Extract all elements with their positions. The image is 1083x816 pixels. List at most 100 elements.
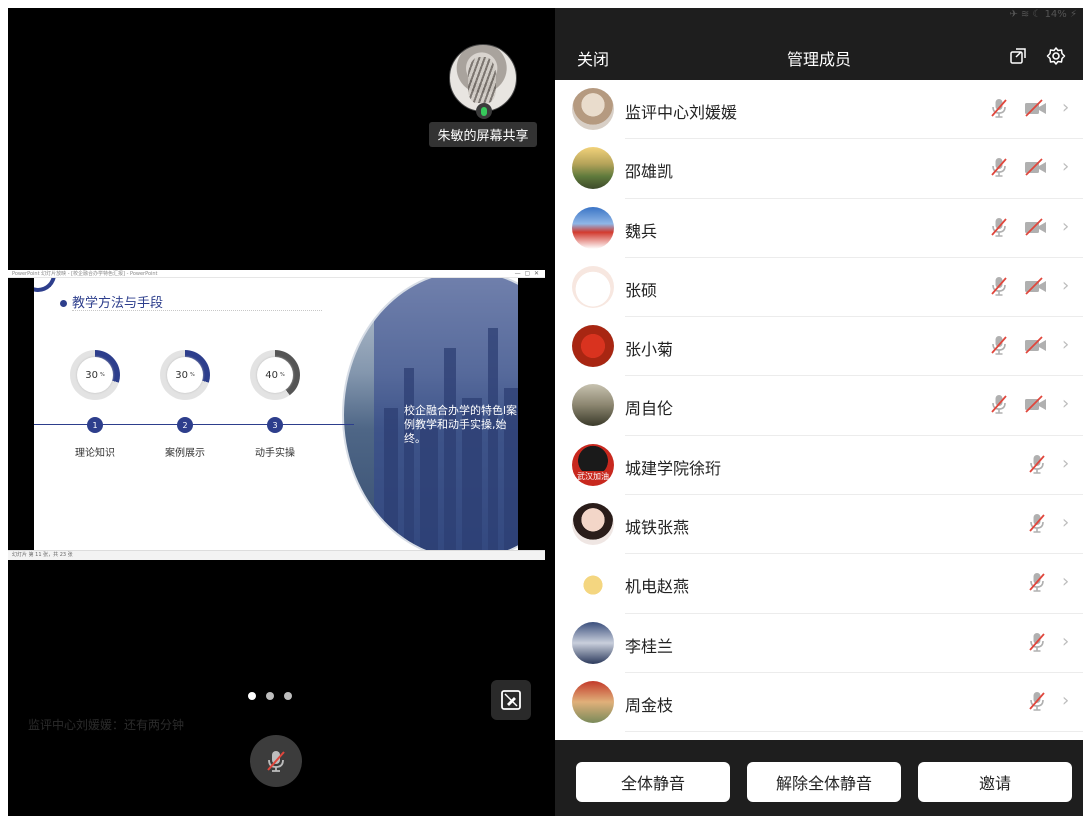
popout-icon[interactable] [1008, 46, 1028, 66]
step-label: 动手实操 [255, 448, 295, 459]
status-icons: ✈ ≋ ☾ 14% ⚡ [1009, 9, 1077, 20]
mic-off-icon[interactable] [1026, 631, 1048, 653]
chevron-right-icon[interactable]: › [1062, 393, 1069, 414]
member-row[interactable]: 周金枝 › [555, 673, 1083, 733]
avatar [572, 621, 614, 664]
page-dot[interactable] [266, 692, 274, 700]
member-name: 周自伦 [625, 399, 674, 419]
member-row[interactable]: 张硕 › [555, 258, 1083, 318]
member-row[interactable]: 监评中心刘媛媛 › [555, 80, 1083, 140]
member-name: 魏兵 [625, 221, 658, 241]
slide-side-text: 校企融合办学的特色l案例教学和动手实操,始终。 [404, 404, 518, 445]
avatar [572, 325, 614, 368]
panel-header: 关闭 管理成员 [555, 22, 1083, 80]
chevron-right-icon[interactable]: › [1062, 216, 1069, 237]
page-dot[interactable] [284, 692, 292, 700]
camera-off-icon[interactable] [1023, 394, 1049, 414]
camera-off-icon[interactable] [1023, 157, 1049, 177]
ppt-window-title-text: PowerPoint 幻灯片放映 - [校企融合办学特色汇报] - PowerP… [12, 271, 158, 277]
member-row[interactable]: 魏兵 › [555, 199, 1083, 258]
step-number: 3 [267, 417, 283, 433]
chevron-right-icon[interactable]: › [1062, 690, 1069, 711]
mic-off-icon[interactable] [1026, 512, 1048, 534]
mic-on-icon [476, 103, 492, 119]
member-row[interactable]: 邵雄凯 › [555, 139, 1083, 199]
mic-off-icon[interactable] [988, 97, 1010, 119]
member-row[interactable]: 机电赵燕 › [555, 554, 1083, 614]
page-dot[interactable] [248, 692, 256, 700]
donut-value: 30% [77, 357, 113, 393]
avatar: 武汉加油 [572, 443, 614, 486]
avatar [572, 503, 614, 546]
member-name: 张小菊 [625, 340, 674, 360]
member-row[interactable]: 周自伦 › [555, 376, 1083, 436]
mute-all-button[interactable]: 全体静音 [576, 762, 730, 802]
presenter-avatar [449, 44, 517, 119]
avatar [572, 384, 614, 427]
annotate-button[interactable] [491, 680, 531, 720]
chevron-right-icon[interactable]: › [1062, 512, 1069, 533]
chevron-right-icon[interactable]: › [1062, 156, 1069, 177]
mic-off-icon[interactable] [988, 393, 1010, 415]
member-panel: ✈ ≋ ☾ 14% ⚡ 关闭 管理成员 监评中心刘媛媛 › 邵雄凯 › 魏兵 › 张硕 › 张小… [555, 8, 1083, 816]
mic-off-icon[interactable] [988, 275, 1010, 297]
member-name: 周金枝 [625, 695, 674, 715]
step-number: 1 [87, 417, 103, 433]
chevron-right-icon[interactable]: › [1062, 334, 1069, 355]
mic-off-icon[interactable] [1026, 571, 1048, 593]
mute-toggle-button[interactable] [250, 735, 302, 787]
step-label: 理论知识 [75, 448, 115, 459]
camera-off-icon[interactable] [1023, 98, 1049, 118]
mic-off-icon[interactable] [1026, 453, 1048, 475]
avatar [572, 680, 614, 723]
chevron-right-icon[interactable]: › [1062, 453, 1069, 474]
member-row[interactable]: 武汉加油 城建学院徐珩 › [555, 436, 1083, 496]
member-name: 城建学院徐珩 [625, 458, 722, 478]
presenter-tile[interactable]: 朱敏的屏幕共享 [428, 44, 538, 147]
chevron-right-icon[interactable]: › [1062, 97, 1069, 118]
page-indicator[interactable] [248, 692, 292, 700]
progress-donut: 30% [160, 350, 210, 400]
member-name: 张硕 [625, 280, 658, 300]
unmute-all-button[interactable]: 解除全体静音 [747, 762, 901, 802]
mic-off-icon[interactable] [988, 156, 1010, 178]
mic-off-icon[interactable] [988, 216, 1010, 238]
avatar-badge-text: 武汉加油 [572, 470, 614, 482]
mic-off-icon[interactable] [1026, 690, 1048, 712]
member-row[interactable]: 李桂兰 › [555, 614, 1083, 673]
chevron-right-icon[interactable]: › [1062, 275, 1069, 296]
member-list: 监评中心刘媛媛 › 邵雄凯 › 魏兵 › 张硕 › 张小菊 › 周自伦 › 武汉加油 城建学院徐珩 › 城铁张… [555, 80, 1083, 740]
window-controls-icon: — ▢ ✕ [514, 270, 539, 277]
progress-donut: 40% [250, 350, 300, 400]
chevron-right-icon[interactable]: › [1062, 571, 1069, 592]
system-status-bar: ✈ ≋ ☾ 14% ⚡ [555, 8, 1083, 22]
avatar [572, 88, 614, 130]
member-name: 监评中心刘媛媛 [625, 103, 738, 122]
donut-value: 30% [167, 357, 203, 393]
pen-icon [501, 690, 521, 710]
invite-button[interactable]: 邀请 [918, 762, 1072, 802]
panel-footer: 全体静音 解除全体静音 邀请 [555, 740, 1083, 816]
video-stage: 朱敏的屏幕共享 PowerPoint 幻灯片放映 - [校企融合办学特色汇报] … [8, 8, 555, 816]
slide-heading: 教学方法与手段 [72, 296, 164, 311]
camera-off-icon[interactable] [1023, 335, 1049, 355]
member-name: 李桂兰 [625, 636, 674, 656]
camera-off-icon[interactable] [1023, 217, 1049, 237]
member-row[interactable]: 城铁张燕 › [555, 495, 1083, 555]
member-name: 机电赵燕 [625, 577, 690, 597]
member-name: 邵雄凯 [625, 162, 674, 182]
member-row[interactable]: 张小菊 › [555, 317, 1083, 377]
progress-donut: 30% [70, 350, 120, 400]
ppt-window-title: PowerPoint 幻灯片放映 - [校企融合办学特色汇报] - PowerP… [8, 270, 545, 278]
member-name: 城铁张燕 [625, 518, 690, 538]
chevron-right-icon[interactable]: › [1062, 631, 1069, 652]
gear-icon[interactable] [1046, 46, 1066, 66]
avatar [572, 265, 614, 308]
donut-value: 40% [257, 357, 293, 393]
mic-off-icon[interactable] [988, 334, 1010, 356]
step-number: 2 [177, 417, 193, 433]
presenter-name: 朱敏的屏幕共享 [429, 122, 537, 147]
camera-off-icon[interactable] [1023, 276, 1049, 296]
mic-off-icon [267, 751, 285, 772]
panel-title: 管理成员 [786, 50, 851, 69]
